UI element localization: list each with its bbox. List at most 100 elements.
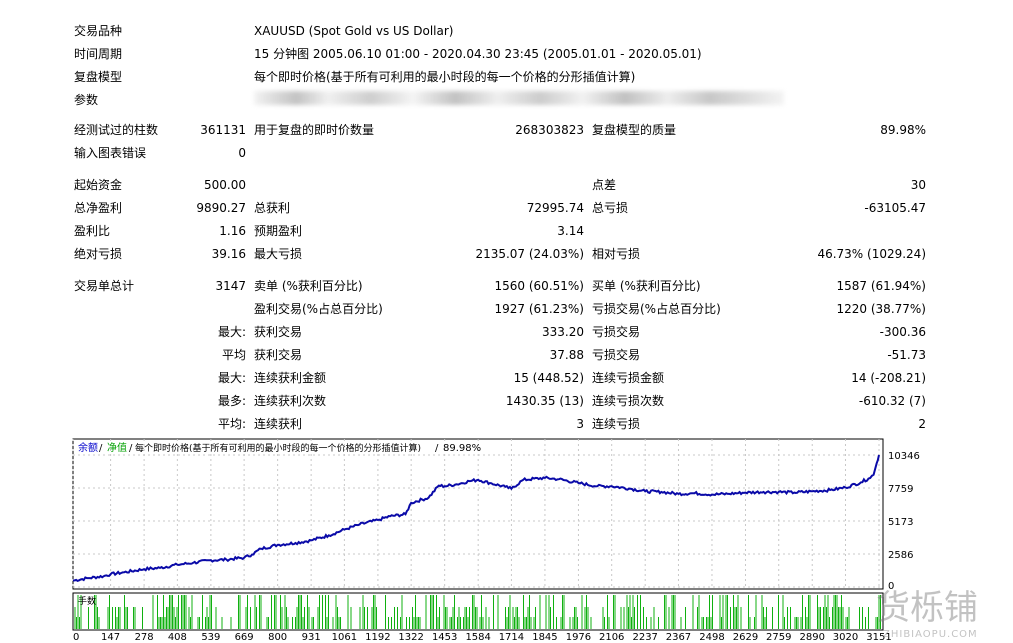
gross-loss-label: 总亏损 — [592, 201, 629, 215]
average-profit-value: 37.88 — [549, 348, 584, 362]
average-prefix: 平均 — [221, 348, 246, 362]
short-positions-label: 卖单 (%获利百分比) — [254, 279, 363, 293]
maximal-losses-value: -610.32 (7) — [858, 394, 926, 408]
x-tick-label: 0 — [73, 632, 79, 643]
x-tick-label: 931 — [302, 632, 321, 643]
total-trades-value: 3147 — [215, 279, 246, 293]
y-tick-label: 2586 — [888, 550, 913, 561]
watermark-text: 货栎铺 — [876, 588, 978, 628]
x-tick-label: 800 — [268, 632, 287, 643]
x-tick-label: 2237 — [632, 632, 657, 643]
average-loss-label: 亏损交易 — [592, 348, 641, 362]
spread-value: 30 — [910, 178, 926, 192]
average-loss-value: -51.73 — [887, 348, 926, 362]
long-positions-value: 1587 (61.94%) — [836, 279, 926, 293]
x-tick-label: 669 — [235, 632, 254, 643]
max-consec-prefix: 最大: — [217, 371, 246, 385]
total-trades-label: 交易单总计 — [74, 279, 135, 293]
largest-loss-label: 亏损交易 — [592, 325, 641, 339]
y-tick-label: 10346 — [888, 451, 920, 462]
maximal-wins-value: 1430.35 (13) — [505, 394, 584, 408]
profit-trades-label: 盈利交易(%占总百分比) — [254, 302, 383, 316]
abs-drawdown-label: 绝对亏损 — [74, 247, 123, 261]
y-tick-label: 5173 — [888, 517, 913, 528]
expected-payoff-label: 预期盈利 — [254, 224, 303, 238]
loss-trades-label: 亏损交易(%占总百分比) — [592, 302, 721, 316]
maximal-prefix: 最多: — [217, 394, 246, 408]
bars-label: 经测试过的柱数 — [74, 123, 159, 137]
x-tick-label: 1322 — [398, 632, 423, 643]
deposit-label: 起始资金 — [74, 178, 123, 192]
x-tick-label: 1192 — [365, 632, 390, 643]
legend-balance: 余额 — [78, 441, 98, 454]
quality-label: 复盘模型的质量 — [592, 123, 677, 137]
x-tick-label: 2890 — [800, 632, 825, 643]
largest-profit-label: 获利交易 — [254, 325, 303, 339]
legend-quality: 89.98% — [443, 443, 481, 454]
spread-label: 点差 — [592, 178, 617, 192]
x-tick-label: 1845 — [532, 632, 557, 643]
x-tick-label: 1714 — [499, 632, 524, 643]
average-profit-label: 获利交易 — [254, 348, 303, 362]
max-drawdown-value: 2135.07 (24.03%) — [475, 247, 584, 261]
balance-chart: 余额 / 净值 / 每个即时价格(基于所有可利用的最小时段的每一个价格的分形插值… — [72, 438, 978, 643]
rel-drawdown-value: 46.73% (1029.24) — [817, 247, 926, 261]
x-tick-label: 1453 — [432, 632, 457, 643]
largest-profit-value: 333.20 — [542, 325, 584, 339]
x-tick-label: 1584 — [465, 632, 490, 643]
avg-consec-prefix: 平均: — [217, 417, 246, 431]
x-tick-label: 2629 — [733, 632, 758, 643]
profit-factor-value: 1.16 — [219, 224, 246, 238]
legend-model: 每个即时价格(基于所有可利用的最小时段的每一个价格的分形插值计算) — [135, 442, 421, 454]
maximal-wins-label: 连续获利次数 — [254, 394, 327, 408]
balance-plot-area: 余额 / 净值 / 每个即时价格(基于所有可利用的最小时段的每一个价格的分形插值… — [72, 438, 884, 590]
x-tick-label: 3020 — [833, 632, 858, 643]
period-label: 时间周期 — [74, 47, 123, 61]
rel-drawdown-label: 相对亏损 — [592, 247, 641, 261]
deposit-value: 500.00 — [204, 178, 246, 192]
watermark-subtext: ZHIBIAOPU.COM — [883, 629, 978, 640]
x-tick-label: 2106 — [599, 632, 624, 643]
symbol-value: XAUUSD (Spot Gold vs US Dollar) — [254, 24, 454, 38]
y-axis: 103467759517325860 — [888, 451, 920, 592]
maximal-losses-label: 连续亏损次数 — [592, 394, 665, 408]
max-drawdown-label: 最大亏损 — [254, 247, 303, 261]
mismatch-label: 输入图表错误 — [74, 146, 147, 160]
x-tick-label: 2759 — [766, 632, 791, 643]
max-consec-wins-value: 15 (448.52) — [513, 371, 584, 385]
avg-consec-losses-label: 连续亏损 — [592, 417, 641, 431]
x-tick-label: 2367 — [666, 632, 691, 643]
gross-loss-value: -63105.47 — [864, 201, 926, 215]
avg-consec-wins-value: 3 — [576, 417, 584, 431]
gross-profit-label: 总获利 — [254, 201, 291, 215]
volume-panel: 手数 — [72, 592, 884, 631]
params-label: 参数 — [74, 93, 99, 107]
tester-report: 交易品种 XAUUSD (Spot Gold vs US Dollar) 时间周… — [0, 0, 1013, 440]
model-label: 复盘模型 — [74, 70, 123, 84]
largest-loss-value: -300.36 — [879, 325, 926, 339]
max-consec-losses-label: 连续亏损金额 — [592, 371, 665, 385]
x-tick-label: 539 — [201, 632, 220, 643]
period-value: 15 分钟图 2005.06.10 01:00 - 2020.04.30 23:… — [254, 47, 702, 61]
x-tick-label: 2498 — [699, 632, 724, 643]
watermark: 货栎铺 ZHIBIAOPU.COM — [876, 588, 978, 640]
x-tick-label: 278 — [135, 632, 154, 643]
short-positions-value: 1560 (60.51%) — [494, 279, 584, 293]
symbol-label: 交易品种 — [74, 24, 123, 38]
mismatch-value: 0 — [238, 146, 246, 160]
model-value: 每个即时价格(基于所有可利用的最小时段的每一个价格的分形插值计算) — [254, 70, 636, 84]
x-axis: 0 147 278 408 539 669 800 931 1061 1192 1322 1453 15… — [73, 632, 892, 643]
profit-factor-label: 盈利比 — [74, 224, 111, 238]
ticks-label: 用于复盘的即时价数量 — [254, 123, 375, 137]
max-consec-losses-value: 14 (-208.21) — [851, 371, 926, 385]
profit-trades-value: 1927 (61.23%) — [494, 302, 584, 316]
x-tick-label: 408 — [168, 632, 187, 643]
y-tick-label: 7759 — [888, 484, 913, 495]
x-tick-label: 147 — [101, 632, 120, 643]
x-tick-label: 1061 — [332, 632, 357, 643]
loss-trades-value: 1220 (38.77%) — [836, 302, 926, 316]
params-blurred-value — [254, 91, 784, 105]
avg-consec-wins-label: 连续获利 — [254, 417, 303, 431]
quality-value: 89.98% — [880, 123, 926, 137]
largest-prefix: 最大: — [217, 325, 246, 339]
